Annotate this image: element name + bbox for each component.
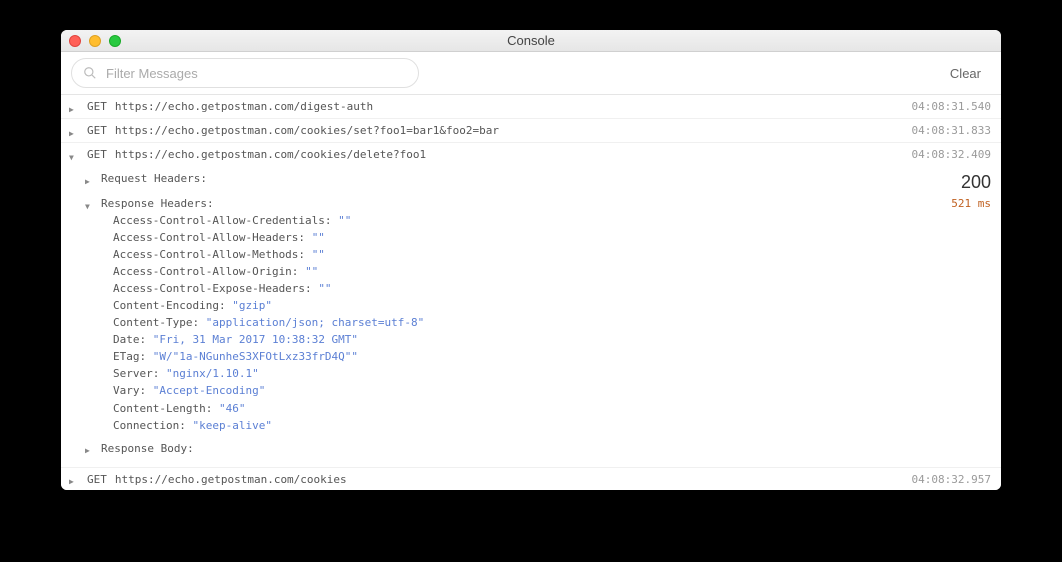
log-method: GET (87, 124, 107, 137)
header-key: Access-Control-Allow-Credentials: (113, 214, 332, 227)
maximize-button[interactable] (109, 35, 121, 47)
log-row[interactable]: GET https://echo.getpostman.com/cookies/… (61, 119, 1001, 143)
log-url: https://echo.getpostman.com/cookies/set?… (115, 124, 499, 137)
header-key: Date: (113, 333, 146, 346)
response-body-label: Response Body: (101, 442, 194, 455)
header-value: "Fri, 31 Mar 2017 10:38:32 GMT" (153, 333, 358, 346)
log-time: 04:08:31.540 (912, 100, 991, 113)
close-button[interactable] (69, 35, 81, 47)
log-method: GET (87, 473, 107, 486)
header-value: "Accept-Encoding" (153, 384, 266, 397)
response-body-row[interactable]: Response Body: (61, 440, 1001, 457)
chevron-right-icon[interactable] (69, 474, 79, 484)
header-value: "W/"1a-NGunheS3XFOtLxz33frD4Q"" (153, 350, 358, 363)
log-url: https://echo.getpostman.com/cookies (115, 473, 347, 486)
toolbar: Clear (61, 52, 1001, 95)
header-value: "" (338, 214, 351, 227)
log-url: https://echo.getpostman.com/digest-auth (115, 100, 373, 113)
header-value: "" (305, 265, 318, 278)
chevron-right-icon[interactable] (69, 102, 79, 112)
header-value: "" (312, 231, 325, 244)
header-key: Access-Control-Expose-Headers: (113, 282, 312, 295)
header-key: Server: (113, 367, 159, 380)
header-value: "" (318, 282, 331, 295)
log-url: https://echo.getpostman.com/cookies/dele… (115, 148, 426, 161)
header-value: "gzip" (232, 299, 272, 312)
expanded-details: Request Headers: 200 Response Headers: 5… (61, 166, 1001, 467)
clear-button[interactable]: Clear (940, 60, 991, 87)
header-value: "nginx/1.10.1" (166, 367, 259, 380)
log-row-expanded: GET https://echo.getpostman.com/cookies/… (61, 143, 1001, 468)
search-input[interactable] (71, 58, 419, 88)
header-key: Access-Control-Allow-Headers: (113, 231, 305, 244)
header-key: Connection: (113, 419, 186, 432)
header-key: Access-Control-Allow-Methods: (113, 248, 305, 261)
console-window: Console Clear GET https://echo.getpostma… (61, 30, 1001, 490)
log-time: 04:08:32.409 (912, 148, 991, 161)
header-key: Access-Control-Allow-Origin: (113, 265, 298, 278)
header-value: "application/json; charset=utf-8" (206, 316, 425, 329)
traffic-lights (69, 35, 121, 47)
log-row[interactable]: GET https://echo.getpostman.com/cookies … (61, 468, 1001, 490)
log-method: GET (87, 148, 107, 161)
header-key: Vary: (113, 384, 146, 397)
minimize-button[interactable] (89, 35, 101, 47)
titlebar: Console (61, 30, 1001, 52)
response-headers-row[interactable]: Response Headers: 521 ms (61, 195, 1001, 212)
log-time: 04:08:32.957 (912, 473, 991, 486)
header-value: "keep-alive" (192, 419, 271, 432)
response-headers-label: Response Headers: (101, 197, 214, 210)
header-key: ETag: (113, 350, 146, 363)
log-time: 04:08:31.833 (912, 124, 991, 137)
log-method: GET (87, 100, 107, 113)
chevron-right-icon[interactable] (85, 174, 95, 184)
request-headers-label: Request Headers: (101, 172, 207, 185)
chevron-down-icon[interactable] (85, 199, 95, 209)
log-row[interactable]: GET https://echo.getpostman.com/digest-a… (61, 95, 1001, 119)
header-value: "46" (219, 402, 246, 415)
chevron-right-icon[interactable] (85, 443, 95, 453)
log-row[interactable]: GET https://echo.getpostman.com/cookies/… (61, 143, 1001, 166)
window-title: Console (61, 33, 1001, 48)
latency-value: 521 ms (951, 197, 991, 210)
status-code: 200 (961, 172, 991, 193)
chevron-down-icon[interactable] (69, 150, 79, 160)
header-key: Content-Length: (113, 402, 212, 415)
response-headers-list: Access-Control-Allow-Credentials: "" Acc… (61, 212, 1001, 434)
header-value: "" (312, 248, 325, 261)
header-key: Content-Type: (113, 316, 199, 329)
request-headers-row[interactable]: Request Headers: 200 (61, 170, 1001, 195)
chevron-right-icon[interactable] (69, 126, 79, 136)
log-content: GET https://echo.getpostman.com/digest-a… (61, 95, 1001, 490)
header-key: Content-Encoding: (113, 299, 226, 312)
search-wrap (71, 58, 419, 88)
search-icon (83, 66, 97, 80)
